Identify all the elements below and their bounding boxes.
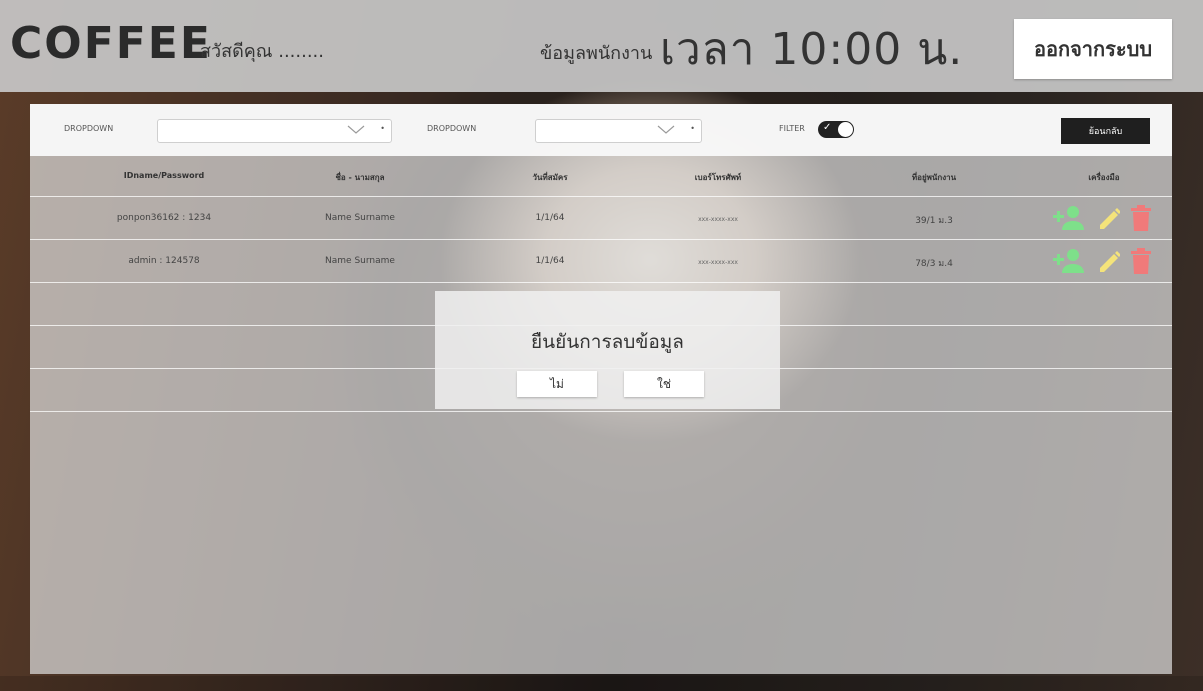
cell-credentials: ponpon36162 : 1234 xyxy=(116,213,212,223)
dropdown-1[interactable]: • xyxy=(157,119,392,143)
column-header: ที่อยู่พนักงาน xyxy=(911,173,957,182)
pencil-icon[interactable] xyxy=(1096,248,1121,278)
column-header: IDname/Password xyxy=(123,171,205,180)
cell-phone: xxx-xxxx-xxx xyxy=(698,259,738,266)
dropdown-1-label: DROPDOWN xyxy=(64,124,114,133)
app-logo: COFFEE xyxy=(10,18,212,69)
row-actions xyxy=(1050,205,1160,231)
dropdown-2[interactable]: • xyxy=(535,119,702,143)
chevron-down-icon xyxy=(657,123,675,137)
row-divider xyxy=(30,282,1172,283)
confirm-delete-dialog: ยืนยันการลบข้อมูล ไม่ ใช่ xyxy=(435,291,780,409)
cell-date: 1/1/64 xyxy=(535,213,565,223)
logout-button[interactable]: ออกจากระบบ xyxy=(1014,19,1172,79)
pencil-icon[interactable] xyxy=(1096,205,1121,235)
table-row: admin : 124578 Name Surname 1/1/64 xxx-x… xyxy=(30,239,1172,283)
column-header: เครื่องมือ xyxy=(1088,173,1120,182)
filter-bar: DROPDOWN • DROPDOWN • FILTER ✓ ย้อนกลับ xyxy=(30,104,1172,156)
staff-info-link[interactable]: ข้อมูลพนักงาน xyxy=(540,38,652,67)
clock-display: เวลา 10:00 น. xyxy=(660,24,964,75)
toggle-knob xyxy=(838,122,853,137)
cancel-button[interactable]: ไม่ xyxy=(517,371,597,397)
filter-label: FILTER xyxy=(779,124,805,133)
cell-date: 1/1/64 xyxy=(535,256,565,266)
column-header: ชื่อ - นามสกุล xyxy=(335,173,385,182)
check-icon: ✓ xyxy=(823,122,832,133)
bottom-strip xyxy=(0,676,1203,691)
cell-address: 39/1 ม.3 xyxy=(915,216,953,226)
dropdown-dot-icon: • xyxy=(690,124,695,133)
cell-name: Name Surname xyxy=(325,213,395,223)
add-user-icon[interactable] xyxy=(1050,205,1084,235)
back-button[interactable]: ย้อนกลับ xyxy=(1061,118,1150,144)
trash-icon[interactable] xyxy=(1130,248,1152,278)
filter-toggle[interactable]: ✓ xyxy=(818,121,854,138)
column-header: เบอร์โทรศัพท์ xyxy=(694,173,742,182)
dropdown-2-label: DROPDOWN xyxy=(427,124,477,133)
cell-credentials: admin : 124578 xyxy=(128,256,200,266)
cell-name: Name Surname xyxy=(325,256,395,266)
top-header: COFFEE สวัสดีคุณ ........ ข้อมูลพนักงาน … xyxy=(0,0,1203,92)
trash-icon[interactable] xyxy=(1130,205,1152,235)
row-actions xyxy=(1050,248,1160,274)
table-header: IDname/Password ชื่อ - นามสกุล วันที่สมั… xyxy=(30,156,1172,196)
greeting-text: สวัสดีคุณ ........ xyxy=(200,41,325,62)
dialog-title: ยืนยันการลบข้อมูล xyxy=(531,331,684,353)
cell-address: 78/3 ม.4 xyxy=(915,259,953,269)
row-divider xyxy=(30,411,1172,412)
chevron-down-icon xyxy=(347,123,365,137)
table-row: ponpon36162 : 1234 Name Surname 1/1/64 x… xyxy=(30,196,1172,240)
column-header: วันที่สมัคร xyxy=(532,173,568,182)
dropdown-dot-icon: • xyxy=(380,124,385,133)
add-user-icon[interactable] xyxy=(1050,248,1084,278)
cell-phone: xxx-xxxx-xxx xyxy=(698,216,738,223)
confirm-button[interactable]: ใช่ xyxy=(624,371,704,397)
